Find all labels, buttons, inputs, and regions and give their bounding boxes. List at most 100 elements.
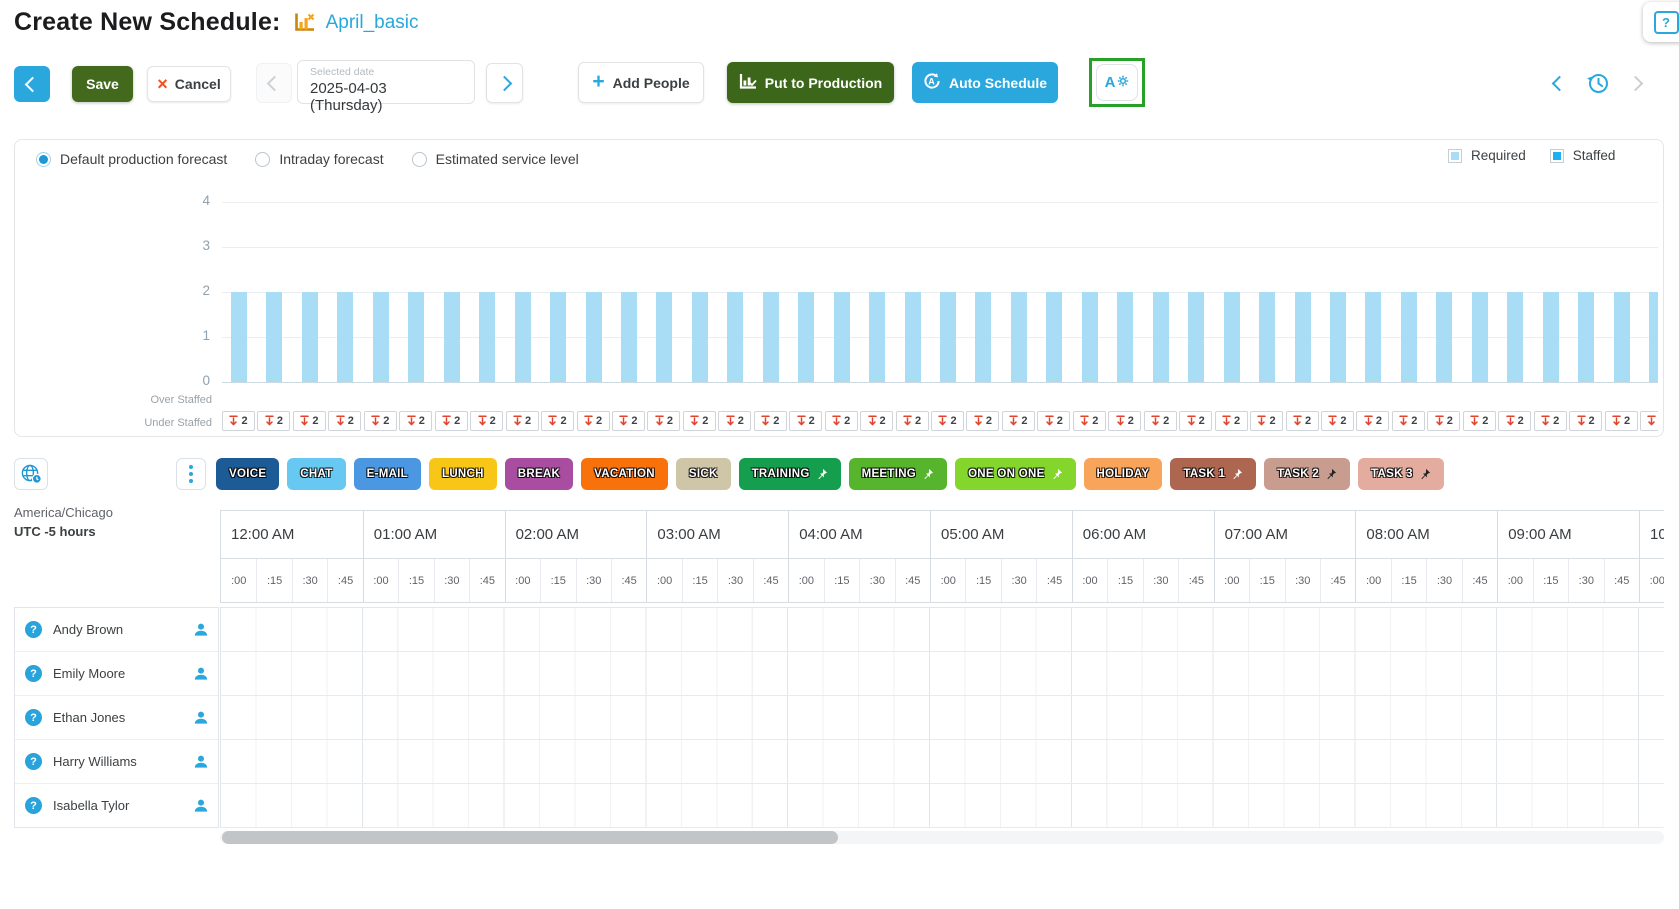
next-day-button[interactable] <box>486 63 523 103</box>
employee-row[interactable]: ?Harry Williams <box>15 740 218 784</box>
employee-schedule-row[interactable] <box>220 696 1664 740</box>
activity-chip-chat[interactable]: CHAT <box>287 458 345 490</box>
person-icon[interactable] <box>194 755 208 768</box>
under-staffed-value: 2 <box>1340 415 1346 427</box>
staffed-bar <box>940 292 956 382</box>
person-icon[interactable] <box>194 711 208 724</box>
employee-row[interactable]: ?Emily Moore <box>15 652 218 696</box>
under-staffed-cell: 2 <box>1463 411 1496 431</box>
staffed-bar <box>586 292 602 382</box>
employee-help-icon[interactable]: ? <box>25 797 42 814</box>
under-staffed-value: 2 <box>348 415 354 427</box>
arrow-down-to-bar-icon <box>1577 415 1586 427</box>
redo-button[interactable] <box>1630 78 1641 89</box>
activity-chip-meeting[interactable]: MEETING <box>849 458 948 490</box>
under-staffed-value: 2 <box>1128 415 1134 427</box>
employee-schedule-row[interactable] <box>220 784 1664 828</box>
save-button[interactable]: Save <box>72 66 133 102</box>
activity-chip-label: E-MAIL <box>367 468 408 480</box>
legend-staffed[interactable]: Staffed <box>1550 148 1616 163</box>
under-staffed-cell: 2 <box>1215 411 1248 431</box>
radio-icon <box>412 152 427 167</box>
chevron-left-icon <box>1552 75 1568 91</box>
activity-chip-holiday[interactable]: HOLIDAY <box>1084 458 1163 490</box>
schedule-settings-button[interactable]: A <box>1096 64 1138 101</box>
add-people-button[interactable]: + Add People <box>578 62 704 103</box>
employee-schedule-row[interactable] <box>220 652 1664 696</box>
activity-chip-task-2[interactable]: TASK 2 <box>1264 458 1350 490</box>
under-staffed-value: 2 <box>844 415 850 427</box>
over-staffed-label: Over Staffed <box>90 394 212 406</box>
chevron-left-icon <box>266 75 282 91</box>
forecast-option-default-production-forecast[interactable]: Default production forecast <box>36 151 227 167</box>
timezone-globe-button[interactable] <box>14 458 48 490</box>
schedule-grid[interactable] <box>220 607 1664 828</box>
hour-label: 07:00 AM <box>1225 526 1288 543</box>
under-staffed-cell: 2 <box>718 411 751 431</box>
arrow-down-to-bar-icon <box>513 415 522 427</box>
activity-chip-voice[interactable]: VOICE <box>216 458 279 490</box>
previous-day-button[interactable] <box>256 63 292 103</box>
quarter-tick: :15 <box>398 559 433 603</box>
under-staffed-value: 2 <box>454 415 460 427</box>
schedule-name-link[interactable]: April_basic <box>326 12 419 34</box>
activity-chip-break[interactable]: BREAK <box>505 458 573 490</box>
person-icon[interactable] <box>194 623 208 636</box>
staffed-bar <box>1153 292 1169 382</box>
activity-chip-vacation[interactable]: VACATION <box>581 458 668 490</box>
cancel-button[interactable]: × Cancel <box>147 66 231 102</box>
quarter-tick: :45 <box>1178 559 1213 603</box>
employee-row[interactable]: ?Andy Brown <box>15 608 218 652</box>
quarter-tick: :30 <box>1568 559 1603 603</box>
put-to-production-button[interactable]: Put to Production <box>727 62 894 103</box>
forecast-option-intraday-forecast[interactable]: Intraday forecast <box>255 151 383 167</box>
employee-schedule-row[interactable] <box>220 608 1664 652</box>
schedule-chart-icon <box>293 12 316 33</box>
create-schedule-page: Create New Schedule: April_basic ? Save … <box>0 0 1679 909</box>
horizontal-scrollbar[interactable] <box>220 831 1664 844</box>
under-staffed-value: 2 <box>1411 415 1417 427</box>
pin-icon <box>1325 468 1337 480</box>
activity-chip-e-mail[interactable]: E-MAIL <box>354 458 421 490</box>
arrow-down-to-bar-icon <box>797 415 806 427</box>
scrollbar-thumb[interactable] <box>222 831 838 844</box>
under-staffed-cell: 2 <box>1498 411 1531 431</box>
activity-chip-training[interactable]: TRAINING <box>739 458 841 490</box>
legend-required[interactable]: Required <box>1448 148 1526 163</box>
pin-icon <box>1051 468 1063 480</box>
arrow-down-to-bar-icon <box>655 415 664 427</box>
legend-checkbox[interactable] <box>1550 149 1564 163</box>
forecast-option-estimated-service-level[interactable]: Estimated service level <box>412 151 579 167</box>
auto-schedule-button[interactable]: A Auto Schedule <box>912 62 1058 103</box>
quarter-tick: :00 <box>788 559 823 603</box>
quarter-tick: :45 <box>1462 559 1497 603</box>
forecast-option-label: Default production forecast <box>60 151 227 167</box>
activity-chip-task-3[interactable]: TASK 3 <box>1358 458 1444 490</box>
employee-help-icon[interactable]: ? <box>25 709 42 726</box>
employee-help-icon[interactable]: ? <box>25 753 42 770</box>
activity-chip-lunch[interactable]: LUNCH <box>429 458 497 490</box>
employee-row[interactable]: ?Ethan Jones <box>15 696 218 740</box>
activity-chip-one-on-one[interactable]: ONE ON ONE <box>955 458 1075 490</box>
person-icon[interactable] <box>194 667 208 680</box>
employee-help-icon[interactable]: ? <box>25 621 42 638</box>
help-button[interactable]: ? <box>1643 2 1679 42</box>
staffed-bar <box>1401 292 1417 382</box>
employee-row[interactable]: ?Isabella Tylor <box>15 784 218 827</box>
undo-button[interactable] <box>1554 78 1565 89</box>
forecast-option-label: Intraday forecast <box>279 151 383 167</box>
activity-chip-task-1[interactable]: TASK 1 <box>1170 458 1256 490</box>
legend-checkbox[interactable] <box>1448 149 1462 163</box>
arrow-down-to-bar-icon <box>548 415 557 427</box>
selected-date-field[interactable]: Selected date 2025-04-03 (Thursday) <box>297 60 475 104</box>
history-clock-icon[interactable] <box>1584 71 1611 96</box>
arrow-down-to-bar-icon <box>726 415 735 427</box>
person-icon[interactable] <box>194 799 208 812</box>
employee-help-icon[interactable]: ? <box>25 665 42 682</box>
employee-schedule-row[interactable] <box>220 740 1664 784</box>
back-button[interactable] <box>14 66 50 102</box>
activities-menu-button[interactable] <box>176 458 206 490</box>
activity-chip-sick[interactable]: SICK <box>676 458 731 490</box>
arrow-down-to-bar-icon <box>336 415 345 427</box>
quarter-tick: :15 <box>682 559 717 603</box>
